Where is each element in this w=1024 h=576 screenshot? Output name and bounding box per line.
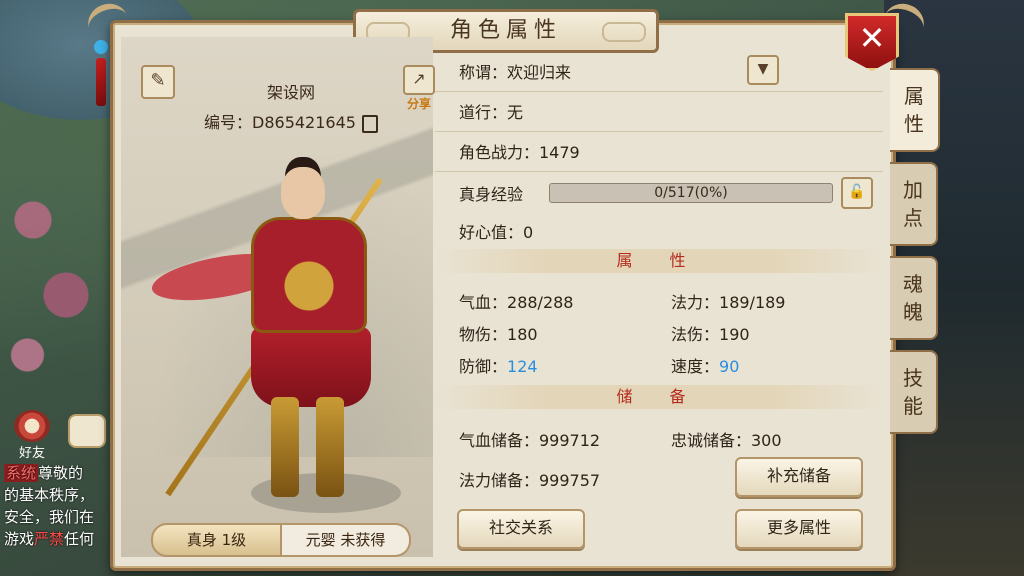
physical-attack-stat: 物伤：180 (459, 325, 538, 344)
character-head (281, 167, 325, 219)
edit-name-button[interactable]: ✎ (141, 65, 175, 99)
speed-stat: 速度：90 (671, 357, 740, 376)
character-id: 编号：D865421645 (204, 113, 356, 132)
title-dropdown-button[interactable]: ▼ (747, 55, 779, 85)
attribute-info: 称谓：欢迎归来 ▼ 道行：无 角色战力：1479 真身经验 0/517(0%) … (435, 37, 883, 557)
more-attributes-button[interactable]: 更多属性 (735, 509, 863, 549)
title-row: 称谓：欢迎归来 (459, 63, 572, 82)
character-skirt (251, 327, 371, 407)
loyalty-reserve: 忠诚储备：300 (671, 431, 782, 450)
friend-icon (14, 410, 50, 442)
friend-label: 好友 (18, 446, 45, 461)
mp-stat: 法力：189/189 (671, 293, 786, 312)
share-button[interactable]: ↗ 分享 (403, 65, 435, 111)
character-panel: 角色属性 ✕ ✎ 架设网 编号：D865421645 ↗ 分享 真身 1级 元婴… (110, 9, 899, 571)
pencil-icon: ✎ (150, 70, 166, 91)
realm-tabs: 真身 1级 元婴 未获得 (151, 523, 411, 557)
speed-value: 90 (719, 357, 740, 376)
chat-line-4a: 游戏 (4, 530, 35, 548)
chat-bubble-icon[interactable] (68, 414, 106, 448)
hp-reserve: 气血储备：999712 (459, 431, 601, 450)
share-label: 分享 (406, 97, 431, 111)
refill-reserve-button[interactable]: 补充储备 (735, 457, 863, 497)
share-icon: ↗ (403, 65, 435, 95)
attributes-section-header: 属 性 (435, 249, 883, 273)
chat-line-4b: 严禁 (34, 530, 65, 548)
divider (435, 171, 883, 172)
chevron-down-icon: ▼ (757, 61, 769, 77)
tab-attributes[interactable]: 属性 (890, 68, 940, 152)
social-relations-button[interactable]: 社交关系 (457, 509, 585, 549)
mp-reserve: 法力储备：999757 (459, 471, 601, 490)
exp-progress-bar: 0/517(0%) (549, 183, 833, 203)
blossom-decoration (0, 130, 110, 430)
friend-button[interactable]: 好友 (6, 410, 58, 461)
character-display: ✎ 架设网 编号：D865421645 ↗ 分享 真身 1级 元婴 未获得 (121, 37, 435, 557)
reserves-section-header: 储 备 (435, 385, 883, 409)
tab-true-body[interactable]: 真身 1级 (151, 523, 282, 557)
character-id-row: 编号：D865421645 (181, 109, 401, 133)
amulet-ornament (93, 40, 109, 150)
defense-value: 124 (507, 357, 538, 376)
chat-line-1: 尊敬的 (38, 464, 84, 482)
divider (435, 91, 883, 92)
exp-progress-text: 0/517(0%) (654, 185, 728, 201)
chat-log: 系统 尊敬的 的基本秩序， 安全，我们在 游戏严禁任何 (4, 462, 124, 550)
character-name: 架设网 (266, 83, 315, 102)
tab-soul[interactable]: 魂魄 (890, 256, 938, 340)
tab-nascent-soul[interactable]: 元婴 未获得 (282, 523, 411, 557)
side-tabs: 属性 加点 魂魄 技能 (890, 68, 940, 444)
tab-add-points[interactable]: 加点 (890, 162, 938, 246)
exp-label: 真身经验 (459, 185, 524, 204)
tab-skills[interactable]: 技能 (890, 350, 938, 434)
chat-line-3: 安全，我们在 (4, 508, 95, 526)
lock-icon: 🔓 (848, 184, 866, 200)
chat-system-tag: 系统 (4, 464, 39, 482)
copy-icon[interactable] (361, 114, 378, 133)
power-row: 角色战力：1479 (459, 143, 580, 162)
defense-stat: 防御：124 (459, 357, 538, 376)
character-armor (251, 217, 367, 333)
hp-stat: 气血：288/288 (459, 293, 574, 312)
goodwill-row: 好心值：0 (459, 223, 534, 242)
chat-line-2: 的基本秩序， (4, 486, 95, 504)
character-leg (271, 397, 299, 497)
exp-lock-button[interactable]: 🔓 (841, 177, 873, 209)
chat-line-4c: 任何 (64, 530, 95, 548)
divider (435, 131, 883, 132)
character-leg (316, 397, 344, 497)
magic-attack-stat: 法伤：190 (671, 325, 750, 344)
character-model (131, 137, 431, 513)
daoxing-row: 道行：无 (459, 103, 524, 122)
